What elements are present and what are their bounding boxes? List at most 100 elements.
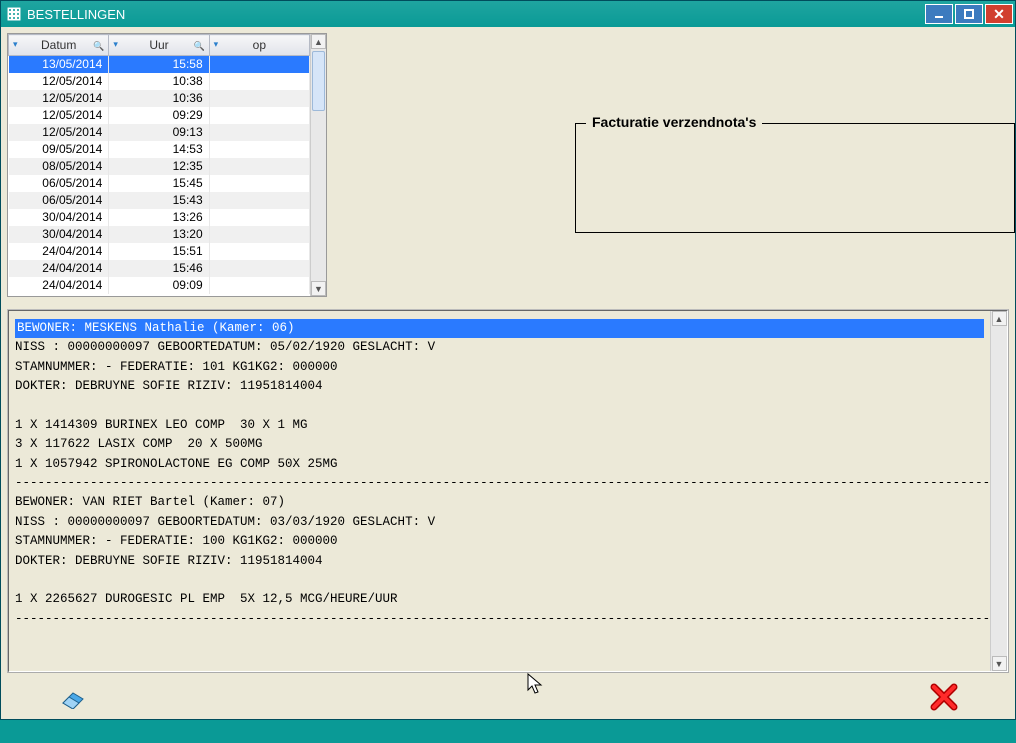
sort-indicator-icon: ▾: [113, 39, 118, 50]
cell-datum[interactable]: 24/04/2014: [9, 243, 109, 260]
sort-indicator-icon: ▾: [13, 39, 18, 50]
cell-op[interactable]: [209, 56, 309, 73]
footer-toolbar: [1, 675, 1015, 719]
table-row[interactable]: 24/04/201409:09: [9, 277, 310, 294]
cell-op[interactable]: [209, 175, 309, 192]
cell-op[interactable]: [209, 124, 309, 141]
scroll-down-arrow-icon[interactable]: ▼: [311, 281, 326, 296]
cell-uur[interactable]: 13:20: [109, 226, 209, 243]
detail-line: NISS : 00000000097 GEBOORTEDATUM: 05/02/…: [15, 340, 435, 354]
detail-line: STAMNUMMER: - FEDERATIE: 101 KG1KG2: 000…: [15, 360, 338, 374]
column-header-label: Datum: [41, 38, 76, 52]
cell-datum[interactable]: 24/04/2014: [9, 260, 109, 277]
cell-uur[interactable]: 09:13: [109, 124, 209, 141]
minimize-button[interactable]: [925, 4, 953, 24]
cell-op[interactable]: [209, 107, 309, 124]
table-row[interactable]: 30/04/201413:20: [9, 226, 310, 243]
eraser-icon: [57, 685, 87, 709]
cell-datum[interactable]: 13/05/2014: [9, 56, 109, 73]
cell-op[interactable]: [209, 243, 309, 260]
table-row[interactable]: 24/04/201415:51: [9, 243, 310, 260]
detail-line: DOKTER: DEBRUYNE SOFIE RIZIV: 1195181400…: [15, 554, 323, 568]
cell-datum[interactable]: 12/05/2014: [9, 107, 109, 124]
table-row[interactable]: 08/05/201412:35: [9, 158, 310, 175]
cell-datum[interactable]: 24/04/2014: [9, 277, 109, 294]
detail-line: STAMNUMMER: - FEDERATIE: 100 KG1KG2: 000…: [15, 534, 338, 548]
table-row[interactable]: 12/05/201409:29: [9, 107, 310, 124]
cell-uur[interactable]: 15:58: [109, 56, 209, 73]
app-icon: [7, 7, 21, 21]
cell-datum[interactable]: 30/04/2014: [9, 226, 109, 243]
cell-datum[interactable]: 06/05/2014: [9, 192, 109, 209]
scroll-up-arrow-icon[interactable]: ▲: [992, 311, 1007, 326]
cell-datum[interactable]: 12/05/2014: [9, 124, 109, 141]
cell-op[interactable]: [209, 260, 309, 277]
cell-uur[interactable]: 15:45: [109, 175, 209, 192]
cell-datum[interactable]: 08/05/2014: [9, 158, 109, 175]
scroll-up-arrow-icon[interactable]: ▲: [311, 34, 326, 49]
table-row[interactable]: 24/04/201415:46: [9, 260, 310, 277]
table-row[interactable]: 06/05/201415:43: [9, 192, 310, 209]
table-row[interactable]: 13/05/201415:58: [9, 56, 310, 73]
cell-uur[interactable]: 10:36: [109, 90, 209, 107]
table-row[interactable]: 12/05/201409:13: [9, 124, 310, 141]
cell-op[interactable]: [209, 226, 309, 243]
close-button[interactable]: ✕: [985, 4, 1013, 24]
red-x-icon: [930, 683, 958, 711]
column-header-datum[interactable]: ▾ Datum 🔍: [9, 35, 109, 56]
cell-uur[interactable]: 12:35: [109, 158, 209, 175]
cell-datum[interactable]: 09/05/2014: [9, 141, 109, 158]
facturatie-verzendnotas-legend: Facturatie verzendnota's: [586, 114, 762, 130]
orders-grid[interactable]: ▾ Datum 🔍 ▾ Uur 🔍 ▾: [7, 33, 327, 297]
detail-line: BEWONER: VAN RIET Bartel (Kamer: 07): [15, 495, 285, 509]
cell-datum[interactable]: 06/05/2014: [9, 175, 109, 192]
cell-uur[interactable]: 13:26: [109, 209, 209, 226]
detail-separator: ----------------------------------------…: [15, 612, 990, 626]
detail-line: 3 X 117622 LASIX COMP 20 X 500MG: [15, 437, 263, 451]
detail-line: 1 X 1414309 BURINEX LEO COMP 30 X 1 MG: [15, 418, 308, 432]
detail-line: 1 X 1057942 SPIRONOLACTONE EG COMP 50X 2…: [15, 457, 338, 471]
cell-uur[interactable]: 09:29: [109, 107, 209, 124]
window-title: BESTELLINGEN: [27, 7, 125, 22]
cell-op[interactable]: [209, 277, 309, 294]
detail-scrollbar[interactable]: ▲ ▼: [990, 311, 1007, 671]
table-row[interactable]: 09/05/201414:53: [9, 141, 310, 158]
cell-op[interactable]: [209, 209, 309, 226]
main-window: BESTELLINGEN ✕ ▾: [0, 0, 1016, 720]
scroll-down-arrow-icon[interactable]: ▼: [992, 656, 1007, 671]
cancel-button[interactable]: [901, 680, 987, 714]
table-row[interactable]: 06/05/201415:45: [9, 175, 310, 192]
cell-op[interactable]: [209, 73, 309, 90]
facturatie-verzendnotas-group: Facturatie verzendnota's: [575, 123, 1015, 233]
order-detail-panel: BEWONER: MESKENS Nathalie (Kamer: 06) NIS…: [7, 309, 1009, 673]
cell-op[interactable]: [209, 141, 309, 158]
cell-uur[interactable]: 09:09: [109, 277, 209, 294]
column-header-uur[interactable]: ▾ Uur 🔍: [109, 35, 209, 56]
cell-op[interactable]: [209, 158, 309, 175]
cell-datum[interactable]: 30/04/2014: [9, 209, 109, 226]
column-header-op[interactable]: ▾ op: [209, 35, 309, 56]
column-header-label: op: [253, 38, 266, 52]
cell-uur[interactable]: 15:43: [109, 192, 209, 209]
erase-button[interactable]: [29, 680, 115, 714]
titlebar[interactable]: BESTELLINGEN ✕: [1, 1, 1015, 27]
filter-icon[interactable]: 🔍: [93, 41, 104, 52]
maximize-button[interactable]: [955, 4, 983, 24]
order-detail-text[interactable]: BEWONER: MESKENS Nathalie (Kamer: 06) NIS…: [9, 311, 990, 671]
detail-highlight-line[interactable]: BEWONER: MESKENS Nathalie (Kamer: 06): [15, 319, 984, 338]
cell-uur[interactable]: 15:46: [109, 260, 209, 277]
grid-scrollbar[interactable]: ▲ ▼: [310, 34, 326, 296]
cell-uur[interactable]: 14:53: [109, 141, 209, 158]
cell-uur[interactable]: 15:51: [109, 243, 209, 260]
cell-op[interactable]: [209, 90, 309, 107]
table-row[interactable]: 12/05/201410:36: [9, 90, 310, 107]
table-row[interactable]: 12/05/201410:38: [9, 73, 310, 90]
cell-op[interactable]: [209, 192, 309, 209]
cell-datum[interactable]: 12/05/2014: [9, 73, 109, 90]
filter-icon[interactable]: 🔍: [193, 41, 204, 52]
scroll-thumb[interactable]: [312, 51, 325, 111]
table-row[interactable]: 30/04/201413:26: [9, 209, 310, 226]
cell-datum[interactable]: 12/05/2014: [9, 90, 109, 107]
detail-line: 1 X 2265627 DUROGESIC PL EMP 5X 12,5 MCG…: [15, 592, 398, 606]
cell-uur[interactable]: 10:38: [109, 73, 209, 90]
